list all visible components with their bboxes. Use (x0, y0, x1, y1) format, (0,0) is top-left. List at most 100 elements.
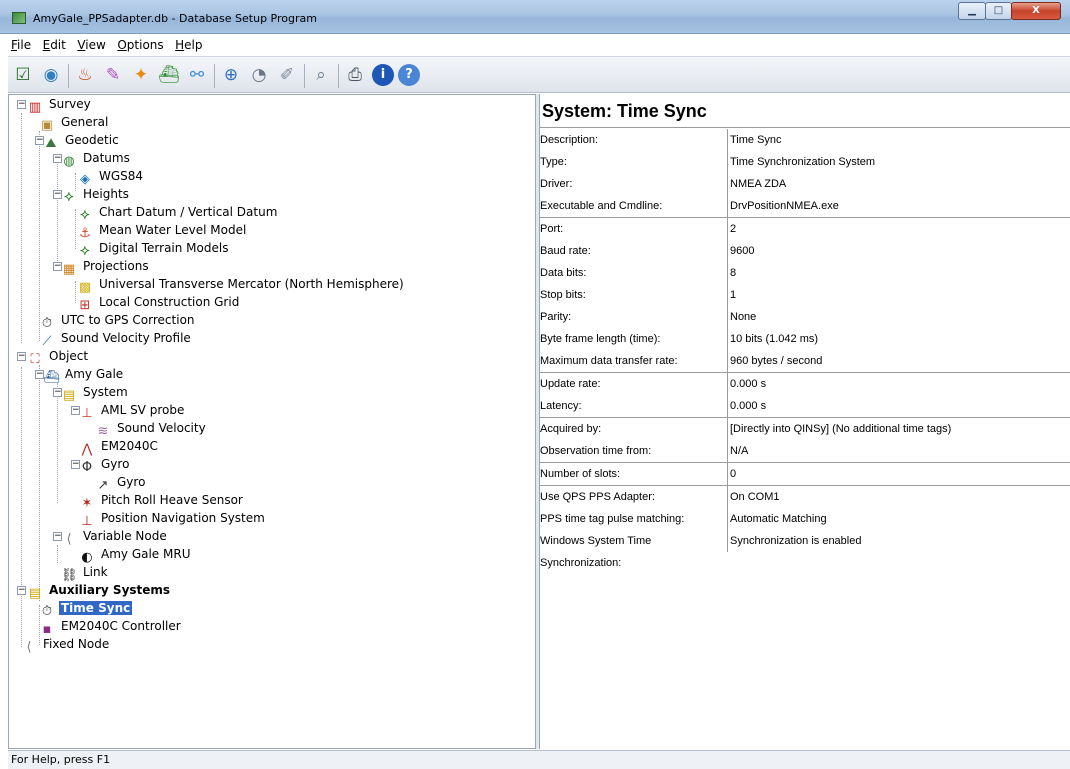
property-value: [Directly into QINSy] (No additional tim… (730, 423, 952, 435)
tree-node-label: Universal Transverse Mercator (North Hem… (99, 277, 404, 291)
tree-node-sound-velocity[interactable]: ≋ Sound Velocity (95, 419, 208, 439)
tree-node-utm[interactable]: ▩ Universal Transverse Mercator (North He… (77, 275, 406, 295)
app-icon (12, 12, 26, 24)
tree-node-position-navigation[interactable]: ⊥ Position Navigation System (79, 509, 267, 529)
tree-node-label: Mean Water Level Model (99, 223, 247, 237)
globe-icon[interactable]: ◉ (40, 64, 62, 86)
tree-node-gyro-child[interactable]: ↗ Gyro (95, 473, 147, 493)
property-row: Port: 2 (540, 218, 1070, 240)
web-icon[interactable]: ⊕ (220, 64, 242, 86)
collapse-object[interactable]: − (17, 352, 26, 361)
property-row: Parity: None (540, 306, 1070, 328)
tree-node-utc-to-gps[interactable]: ⏱ UTC to GPS Correction (39, 311, 197, 331)
tree-node-wgs84[interactable]: ◈ WGS84 (77, 167, 145, 187)
node-icon: ⟨ (66, 532, 72, 547)
window-title: AmyGale_PPSadapter.db - Database Setup P… (33, 12, 317, 25)
maximize-button[interactable]: □ (985, 2, 1012, 20)
tree-node-amy-gale[interactable]: ⛴ Amy Gale (43, 365, 125, 385)
close-button[interactable]: X (1011, 2, 1061, 20)
tree-node-mean-water-level[interactable]: ⚓ Mean Water Level Model (77, 221, 248, 241)
heights-icon: ⯎ (64, 190, 74, 205)
geodetic-icon: ⛰ (45, 136, 57, 151)
tree-node-time-sync[interactable]: ⏱ Time Sync (39, 599, 133, 619)
property-name: Update rate: (540, 378, 601, 390)
menu-bar: File Edit View Options Help (8, 36, 1070, 56)
pie-icon[interactable]: ◔ (248, 64, 270, 86)
tree-node-label: UTC to GPS Correction (61, 313, 195, 327)
property-name: Type: (540, 156, 567, 168)
property-value: Time Sync (730, 134, 782, 146)
property-value: 10 bits (1.042 ms) (730, 333, 819, 345)
tree-node-aml-sv-probe[interactable]: ⊥ AML SV probe (79, 401, 186, 421)
property-row: Latency: 0.000 s (540, 395, 1070, 417)
tree-node-variable-node[interactable]: ⟨ Variable Node (61, 527, 169, 547)
collapse-survey[interactable]: − (17, 100, 26, 109)
menu-options[interactable]: Options (114, 36, 168, 52)
tree-node-survey[interactable]: ▥ Survey (27, 95, 93, 115)
minimize-button[interactable]: ▁ (958, 2, 986, 20)
property-value: 960 bytes / second (730, 355, 823, 367)
property-row: Byte frame length (time): 10 bits (1.042 … (540, 328, 1070, 350)
menu-view[interactable]: View (74, 36, 110, 52)
pen-icon[interactable]: ✐ (276, 64, 298, 86)
tree-node-gyro[interactable]: Φ Gyro (79, 455, 131, 475)
wand-icon[interactable]: ✎ (102, 64, 124, 86)
tree-node-general[interactable]: ▣ General (39, 113, 110, 133)
collapse-auxiliary-systems[interactable]: − (17, 586, 26, 595)
new-database-icon[interactable]: ☑ (12, 64, 34, 86)
tree-node-link[interactable]: ⛓ Link (61, 563, 110, 583)
tree-node-label: Object (49, 349, 89, 363)
tree-node-chart-datum[interactable]: ⯎ Chart Datum / Vertical Datum (77, 203, 279, 223)
property-name: Port: (540, 223, 564, 235)
link-icon[interactable]: ⚯ (186, 64, 208, 86)
tree-node-em2040c[interactable]: ⋀ EM2040C (79, 437, 160, 457)
tree-node-label: Sound Velocity Profile (61, 331, 191, 345)
tree-node-auxiliary-systems[interactable]: ▤ Auxiliary Systems (27, 581, 172, 601)
property-name: Maximum data transfer rate: (540, 355, 678, 367)
node-icon: ⟨ (26, 640, 32, 655)
tree-node-amy-gale-mru[interactable]: ◐ Amy Gale MRU (79, 545, 192, 565)
tree-node-system[interactable]: ▤ System (61, 383, 130, 403)
menu-edit[interactable]: Edit (40, 36, 71, 52)
property-value: None (730, 311, 757, 323)
tree-node-pitch-roll-heave[interactable]: ✶ Pitch Roll Heave Sensor (79, 491, 245, 511)
tree-node-em2040c-controller[interactable]: ▪ EM2040C Controller (39, 617, 183, 637)
tree-node-label: General (61, 115, 109, 129)
property-name: Use QPS PPS Adapter: (540, 491, 655, 503)
tree-node-object[interactable]: ⛶ Object (27, 347, 90, 367)
tree-node-geodetic[interactable]: ⛰ Geodetic (43, 131, 121, 151)
tree-node-label: Gyro (117, 475, 146, 489)
property-row: Stop bits: 1 (540, 284, 1070, 306)
info-icon[interactable]: i (372, 64, 394, 86)
help-icon[interactable]: ? (398, 64, 420, 86)
property-row: PPS time tag pulse matching: Automatic Ma… (540, 508, 1070, 530)
tree-node-fixed-node[interactable]: ⟨ Fixed Node (21, 635, 111, 655)
property-name: Description: (540, 134, 599, 146)
tree-node-label: EM2040C Controller (61, 619, 181, 633)
property-name: Windows System Time Synchronization: (540, 535, 652, 569)
toolbar-separator (304, 64, 305, 88)
object-tree[interactable]: − ▥ Survey ▣ General − ⛰ Geodetic − ◍ Datums… (8, 94, 536, 749)
menu-file[interactable]: File (8, 36, 36, 52)
tree-node-sound-velocity-profile[interactable]: ⟋ Sound Velocity Profile (39, 329, 193, 349)
toolbar-separator (214, 64, 215, 88)
tree-node-datums[interactable]: ◍ Datums (61, 149, 132, 169)
tree-node-digital-terrain-models[interactable]: ⯎ Digital Terrain Models (77, 239, 230, 259)
preview-icon[interactable]: ⌕ (310, 64, 332, 86)
property-row: Maximum data transfer rate: 960 bytes / s… (540, 350, 1070, 372)
tree-node-projections[interactable]: ▦ Projections (61, 257, 151, 277)
property-row: Data bits: 8 (540, 262, 1070, 284)
property-name: Driver: (540, 178, 573, 190)
print-icon[interactable]: ⎙ (344, 64, 366, 86)
property-row: Executable and Cmdline: DrvPositionNMEA.e… (540, 195, 1070, 217)
tree-node-label: Sound Velocity (117, 421, 206, 435)
tree-node-local-construction-grid[interactable]: ⊞ Local Construction Grid (77, 293, 241, 313)
add-node-icon[interactable]: ✦ (130, 64, 152, 86)
vessel-icon[interactable]: ⛴ (158, 64, 180, 86)
tree-node-heights[interactable]: ⯎ Heights (61, 185, 131, 205)
menu-help[interactable]: Help (172, 36, 207, 52)
property-name: Baud rate: (540, 245, 591, 257)
object-icon[interactable]: ♨ (74, 64, 96, 86)
property-row: Description: Time Sync (540, 129, 1070, 151)
property-value: 8 (730, 267, 737, 279)
